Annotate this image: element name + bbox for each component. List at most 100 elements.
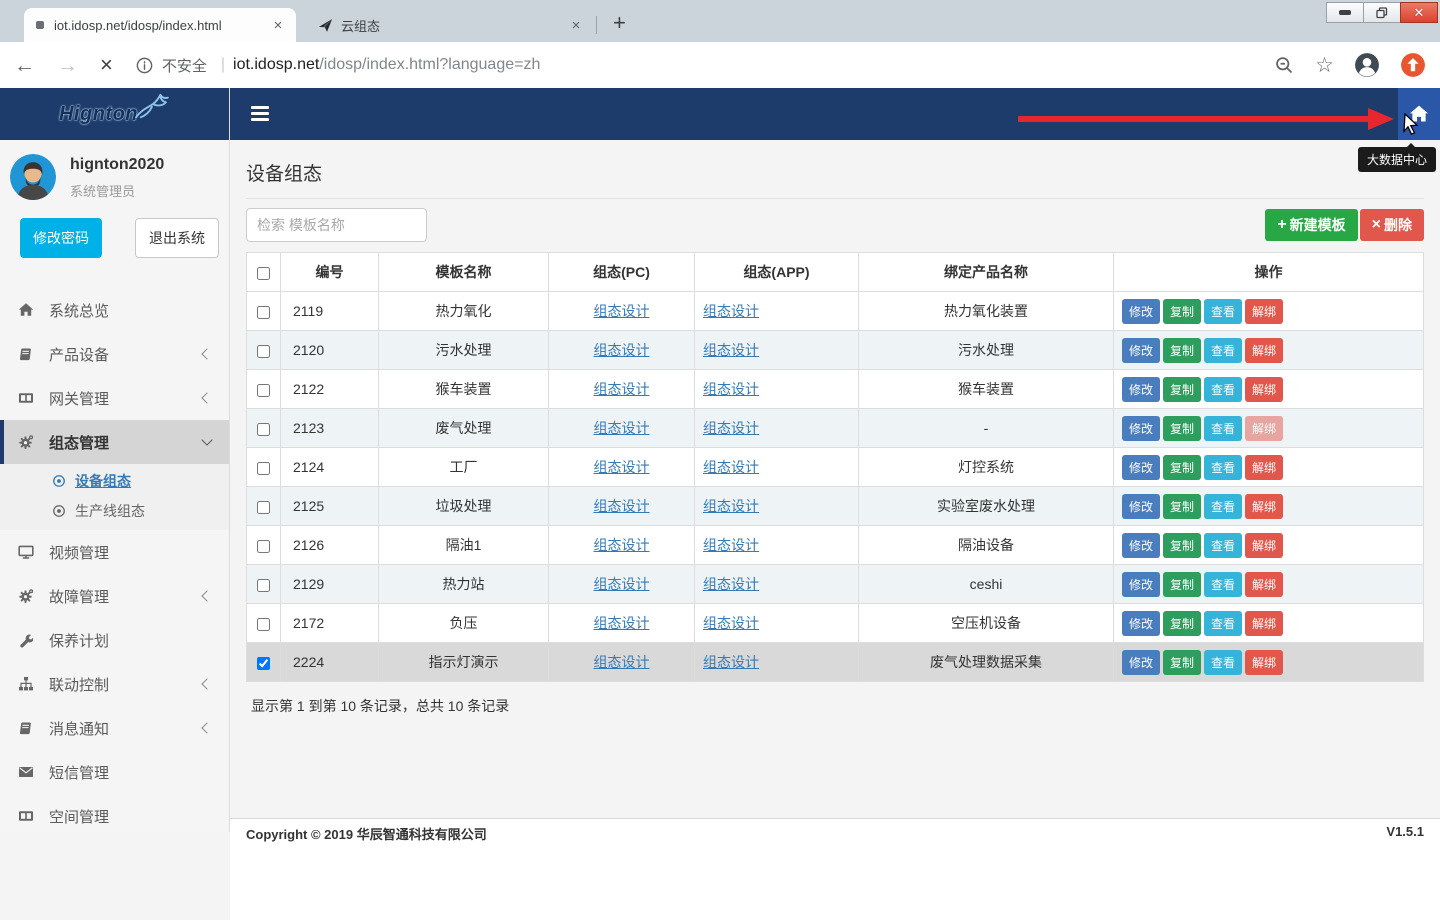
action-copy-button[interactable]: 复制	[1163, 611, 1201, 636]
action-modify-button[interactable]: 修改	[1122, 299, 1160, 324]
app-config-link[interactable]: 组态设计	[703, 576, 759, 592]
action-unbind-button[interactable]: 解绑	[1245, 572, 1283, 597]
action-view-button[interactable]: 查看	[1204, 299, 1242, 324]
stop-loading-button[interactable]: ×	[100, 54, 113, 76]
pc-config-link[interactable]: 组态设计	[594, 498, 650, 514]
app-config-link[interactable]: 组态设计	[703, 498, 759, 514]
sidebar-item[interactable]: 短信管理	[0, 750, 229, 794]
action-view-button[interactable]: 查看	[1204, 533, 1242, 558]
action-view-button[interactable]: 查看	[1204, 494, 1242, 519]
forward-button[interactable]: →	[57, 55, 78, 76]
pc-config-link[interactable]: 组态设计	[594, 381, 650, 397]
pc-config-link[interactable]: 组态设计	[594, 615, 650, 631]
hamburger-menu-icon[interactable]	[251, 106, 269, 121]
new-template-button[interactable]: +新建模板	[1265, 209, 1357, 241]
action-view-button[interactable]: 查看	[1204, 338, 1242, 363]
pc-config-link[interactable]: 组态设计	[594, 342, 650, 358]
action-unbind-button[interactable]: 解绑	[1245, 650, 1283, 675]
window-close-button[interactable]: ✕	[1400, 2, 1438, 23]
action-modify-button[interactable]: 修改	[1122, 377, 1160, 402]
row-checkbox[interactable]	[257, 657, 270, 670]
sidebar-item[interactable]: 空间管理	[0, 794, 229, 832]
app-config-link[interactable]: 组态设计	[703, 654, 759, 670]
action-modify-button[interactable]: 修改	[1122, 611, 1160, 636]
action-copy-button[interactable]: 复制	[1163, 338, 1201, 363]
action-copy-button[interactable]: 复制	[1163, 494, 1201, 519]
action-modify-button[interactable]: 修改	[1122, 650, 1160, 675]
tab-close-icon[interactable]: ×	[270, 17, 286, 34]
action-modify-button[interactable]: 修改	[1122, 416, 1160, 441]
row-checkbox[interactable]	[257, 618, 270, 631]
action-unbind-button[interactable]: 解绑	[1245, 338, 1283, 363]
action-unbind-button[interactable]: 解绑	[1245, 611, 1283, 636]
row-checkbox[interactable]	[257, 384, 270, 397]
action-modify-button[interactable]: 修改	[1122, 338, 1160, 363]
sidebar-item[interactable]: 故障管理	[0, 574, 229, 618]
pc-config-link[interactable]: 组态设计	[594, 420, 650, 436]
pc-config-link[interactable]: 组态设计	[594, 537, 650, 553]
window-minimize-button[interactable]	[1326, 2, 1364, 23]
app-config-link[interactable]: 组态设计	[703, 342, 759, 358]
pc-config-link[interactable]: 组态设计	[594, 459, 650, 475]
logout-button[interactable]: 退出系统	[135, 218, 219, 258]
app-config-link[interactable]: 组态设计	[703, 615, 759, 631]
action-copy-button[interactable]: 复制	[1163, 533, 1201, 558]
window-restore-button[interactable]	[1363, 2, 1401, 23]
pc-config-link[interactable]: 组态设计	[594, 654, 650, 670]
back-button[interactable]: ←	[14, 55, 35, 76]
action-view-button[interactable]: 查看	[1204, 377, 1242, 402]
search-input[interactable]	[246, 208, 427, 242]
action-unbind-button[interactable]: 解绑	[1245, 377, 1283, 402]
change-password-button[interactable]: 修改密码	[20, 218, 102, 258]
action-view-button[interactable]: 查看	[1204, 416, 1242, 441]
action-unbind-button[interactable]: 解绑	[1245, 299, 1283, 324]
app-config-link[interactable]: 组态设计	[703, 381, 759, 397]
row-checkbox[interactable]	[257, 540, 270, 553]
sidebar-item[interactable]: 保养计划	[0, 618, 229, 662]
action-unbind-button[interactable]: 解绑	[1245, 533, 1283, 558]
row-checkbox[interactable]	[257, 501, 270, 514]
browser-tab-active[interactable]: iot.idosp.net/idosp/index.html ×	[24, 8, 296, 42]
pc-config-link[interactable]: 组态设计	[594, 303, 650, 319]
app-config-link[interactable]: 组态设计	[703, 459, 759, 475]
row-checkbox[interactable]	[257, 423, 270, 436]
action-unbind-button[interactable]: 解绑	[1245, 416, 1283, 441]
sidebar-item[interactable]: 系统总览	[0, 288, 229, 332]
sidebar-item[interactable]: 组态管理	[0, 420, 229, 464]
app-config-link[interactable]: 组态设计	[703, 303, 759, 319]
action-copy-button[interactable]: 复制	[1163, 572, 1201, 597]
action-copy-button[interactable]: 复制	[1163, 416, 1201, 441]
action-view-button[interactable]: 查看	[1204, 650, 1242, 675]
action-modify-button[interactable]: 修改	[1122, 494, 1160, 519]
row-checkbox[interactable]	[257, 345, 270, 358]
pc-config-link[interactable]: 组态设计	[594, 576, 650, 592]
address-bar[interactable]: 不安全 | iot.idosp.net/idosp/index.html?lan…	[135, 55, 1254, 76]
action-copy-button[interactable]: 复制	[1163, 377, 1201, 402]
action-view-button[interactable]: 查看	[1204, 455, 1242, 480]
browser-profile-avatar[interactable]	[1354, 52, 1380, 78]
action-modify-button[interactable]: 修改	[1122, 572, 1160, 597]
action-copy-button[interactable]: 复制	[1163, 455, 1201, 480]
delete-button[interactable]: ×删除	[1360, 209, 1424, 241]
browser-tab-inactive[interactable]: 云组态 ×	[306, 8, 594, 42]
zoom-out-icon[interactable]	[1274, 55, 1295, 76]
action-modify-button[interactable]: 修改	[1122, 455, 1160, 480]
sidebar-item[interactable]: 消息通知	[0, 706, 229, 750]
browser-update-button[interactable]	[1400, 52, 1426, 78]
app-config-link[interactable]: 组态设计	[703, 537, 759, 553]
row-checkbox[interactable]	[257, 579, 270, 592]
sidebar-item[interactable]: 产品设备	[0, 332, 229, 376]
action-unbind-button[interactable]: 解绑	[1245, 455, 1283, 480]
action-view-button[interactable]: 查看	[1204, 572, 1242, 597]
sidebar-item[interactable]: 联动控制	[0, 662, 229, 706]
sidebar-subitem[interactable]: 设备组态	[0, 466, 229, 496]
action-copy-button[interactable]: 复制	[1163, 299, 1201, 324]
select-all-checkbox[interactable]	[257, 267, 270, 280]
sidebar-item[interactable]: 视频管理	[0, 530, 229, 574]
app-config-link[interactable]: 组态设计	[703, 420, 759, 436]
tab-close-icon[interactable]: ×	[568, 17, 584, 34]
action-view-button[interactable]: 查看	[1204, 611, 1242, 636]
sidebar-subitem[interactable]: 生产线组态	[0, 496, 229, 526]
sidebar-item[interactable]: 网关管理	[0, 376, 229, 420]
action-copy-button[interactable]: 复制	[1163, 650, 1201, 675]
